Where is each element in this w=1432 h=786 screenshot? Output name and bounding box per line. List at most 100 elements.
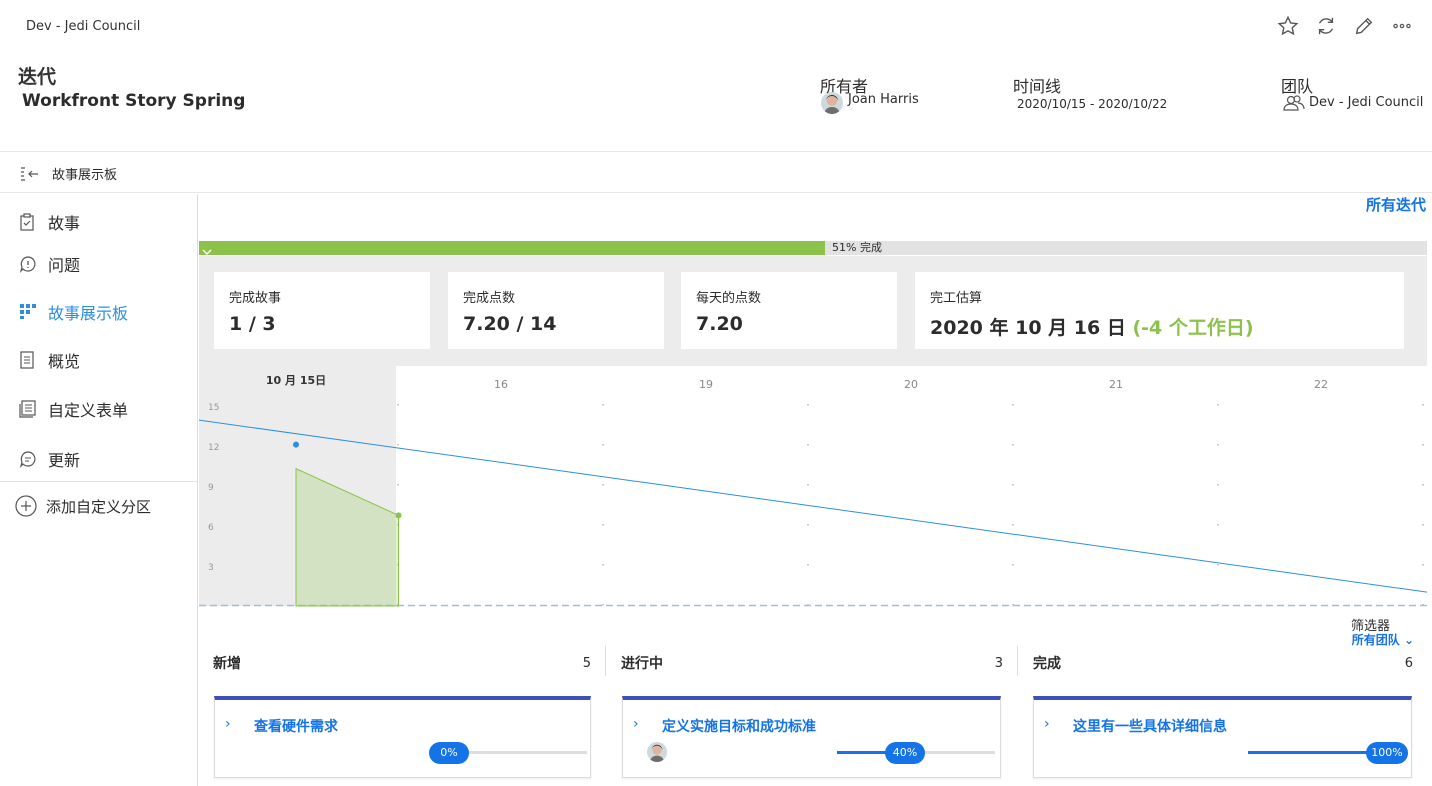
section-header: 故事展示板 — [0, 153, 1432, 193]
day-label: 22 — [1314, 378, 1328, 391]
column-count: 6 — [1404, 656, 1413, 671]
page-header: Dev - Jedi Council 迭代 Workfront Story Sp… — [0, 0, 1432, 152]
stat-value: 7.20 — [696, 313, 743, 335]
sidebar-item-storyboard[interactable]: 故事展示板 — [0, 292, 198, 332]
progress-badge: 40% — [885, 742, 925, 764]
timeline-label: 时间线 — [1013, 77, 1062, 96]
sidebar-item-label: 自定义表单 — [48, 401, 129, 420]
board-column-new: 新增 5 › 查看硬件需求 0% — [199, 646, 605, 786]
object-type: 迭代 — [18, 66, 57, 88]
filter-value: 所有团队 — [1351, 633, 1400, 647]
avatar[interactable] — [647, 742, 667, 762]
stat-value: 2020 年 10 月 16 日 (-4 个工作日) — [930, 313, 1254, 340]
progress-track — [453, 751, 587, 754]
document-icon — [19, 351, 37, 369]
section-title: 故事展示板 — [52, 168, 118, 183]
star-icon[interactable] — [1276, 14, 1300, 38]
story-title[interactable]: 查看硬件需求 — [254, 716, 338, 736]
collapse-panel-icon[interactable] — [20, 166, 40, 186]
sidebar-item-label: 问题 — [48, 256, 81, 275]
progress-bar: 51% 完成 — [199, 241, 1427, 255]
stat-label: 完工估算 — [930, 291, 983, 306]
sidebar-item-label: 故事展示板 — [48, 304, 129, 323]
day-label: 16 — [494, 378, 508, 391]
y-tick-label: 9 — [208, 483, 214, 493]
story-card[interactable]: › 这里有一些具体详细信息 100% — [1033, 696, 1412, 778]
sidebar-item-label: 概览 — [48, 352, 81, 371]
column-header: 完成 6 — [1019, 646, 1427, 678]
sidebar-item-custom-forms[interactable]: 自定义表单 — [0, 389, 198, 429]
story-title[interactable]: 这里有一些具体详细信息 — [1073, 716, 1227, 736]
divider — [1017, 646, 1018, 676]
y-tick-label: 12 — [208, 443, 219, 453]
stat-card: 每天的点数 7.20 — [681, 272, 897, 349]
chevron-right-icon[interactable]: › — [1044, 716, 1050, 732]
progress-text: 51% 完成 — [832, 241, 882, 254]
y-tick-label: 6 — [208, 523, 214, 533]
sidebar-item-issues[interactable]: 问题 — [0, 244, 198, 284]
more-icon[interactable] — [1390, 14, 1414, 38]
day-label: 19 — [699, 378, 713, 391]
avatar[interactable] — [821, 92, 843, 114]
ideal-point — [293, 441, 299, 448]
chevron-right-icon[interactable]: › — [225, 716, 231, 732]
sidebar-item-stories[interactable]: 故事 — [0, 202, 198, 242]
stat-label: 完成点数 — [463, 291, 516, 306]
main-content: 所有迭代 51% 完成 完成故事 1 / 3 完成点数 7.20 / 14 每天… — [199, 194, 1432, 786]
sidebar-item-label: 故事 — [48, 214, 81, 233]
sidebar: 故事 问题 故事展示板 概览 自定义表单 更新 添加自定义分区 — [0, 194, 198, 786]
column-title: 完成 — [1033, 656, 1061, 672]
plus-circle-icon — [15, 495, 37, 517]
stat-card: 完成故事 1 / 3 — [214, 272, 430, 349]
board-icon — [19, 303, 37, 321]
refresh-icon[interactable] — [1314, 14, 1338, 38]
owner-name[interactable]: Joan Harris — [848, 92, 919, 107]
chevron-right-icon[interactable]: › — [633, 716, 639, 732]
column-count: 5 — [582, 656, 591, 671]
column-header: 新增 5 — [199, 646, 605, 678]
form-icon — [19, 400, 37, 418]
timeline-value: 2020/10/15 - 2020/10/22 — [1017, 97, 1168, 111]
day-label: 20 — [904, 378, 918, 391]
day-label: 21 — [1109, 378, 1123, 391]
sidebar-item-overview[interactable]: 概览 — [0, 340, 198, 380]
issue-icon — [19, 255, 37, 273]
estimate-date: 2020 年 10 月 16 日 — [930, 317, 1126, 339]
y-tick-label: 15 — [208, 403, 219, 413]
clipboard-icon — [19, 213, 37, 231]
team-label: 团队 — [1281, 77, 1314, 96]
breadcrumb[interactable]: Dev - Jedi Council — [26, 19, 140, 34]
team-icon — [1283, 95, 1305, 115]
story-title[interactable]: 定义实施目标和成功标准 — [662, 716, 816, 736]
header-actions — [1276, 14, 1414, 38]
board-column-done: 完成 6 › 这里有一些具体详细信息 100% — [1019, 646, 1427, 786]
day-label: 10 月 15日 — [266, 374, 326, 387]
stat-label: 每天的点数 — [696, 291, 762, 306]
comment-icon — [19, 450, 37, 468]
estimate-delta: (-4 个工作日) — [1132, 317, 1254, 339]
stat-card: 完成点数 7.20 / 14 — [448, 272, 664, 349]
stats-panel: 完成故事 1 / 3 完成点数 7.20 / 14 每天的点数 7.20 完工估… — [199, 256, 1427, 366]
chevron-down-icon: ⌄ — [1403, 633, 1414, 647]
all-iterations-link[interactable]: 所有迭代 — [1366, 194, 1426, 215]
column-title: 新增 — [213, 656, 241, 672]
actual-point — [395, 512, 402, 519]
story-card[interactable]: › 定义实施目标和成功标准 40% — [622, 696, 1001, 778]
column-title: 进行中 — [621, 656, 663, 672]
column-header: 进行中 3 — [607, 646, 1017, 678]
progress-fill — [199, 241, 825, 255]
story-card[interactable]: › 查看硬件需求 0% — [214, 696, 591, 778]
pencil-icon[interactable] — [1352, 14, 1376, 38]
add-custom-section-button[interactable]: 添加自定义分区 — [0, 486, 198, 526]
team-value[interactable]: Dev - Jedi Council — [1309, 95, 1423, 110]
divider — [0, 481, 198, 482]
stat-value: 7.20 / 14 — [463, 313, 557, 335]
column-count: 3 — [994, 656, 1003, 671]
page-title: Workfront Story Spring — [22, 91, 246, 111]
progress-badge: 0% — [429, 742, 469, 764]
sidebar-item-label: 更新 — [48, 451, 81, 470]
progress-badge: 100% — [1366, 742, 1408, 764]
board-column-in-progress: 进行中 3 › 定义实施目标和成功标准 40% — [607, 646, 1017, 786]
sidebar-item-updates[interactable]: 更新 — [0, 439, 198, 479]
add-section-label: 添加自定义分区 — [46, 497, 152, 516]
